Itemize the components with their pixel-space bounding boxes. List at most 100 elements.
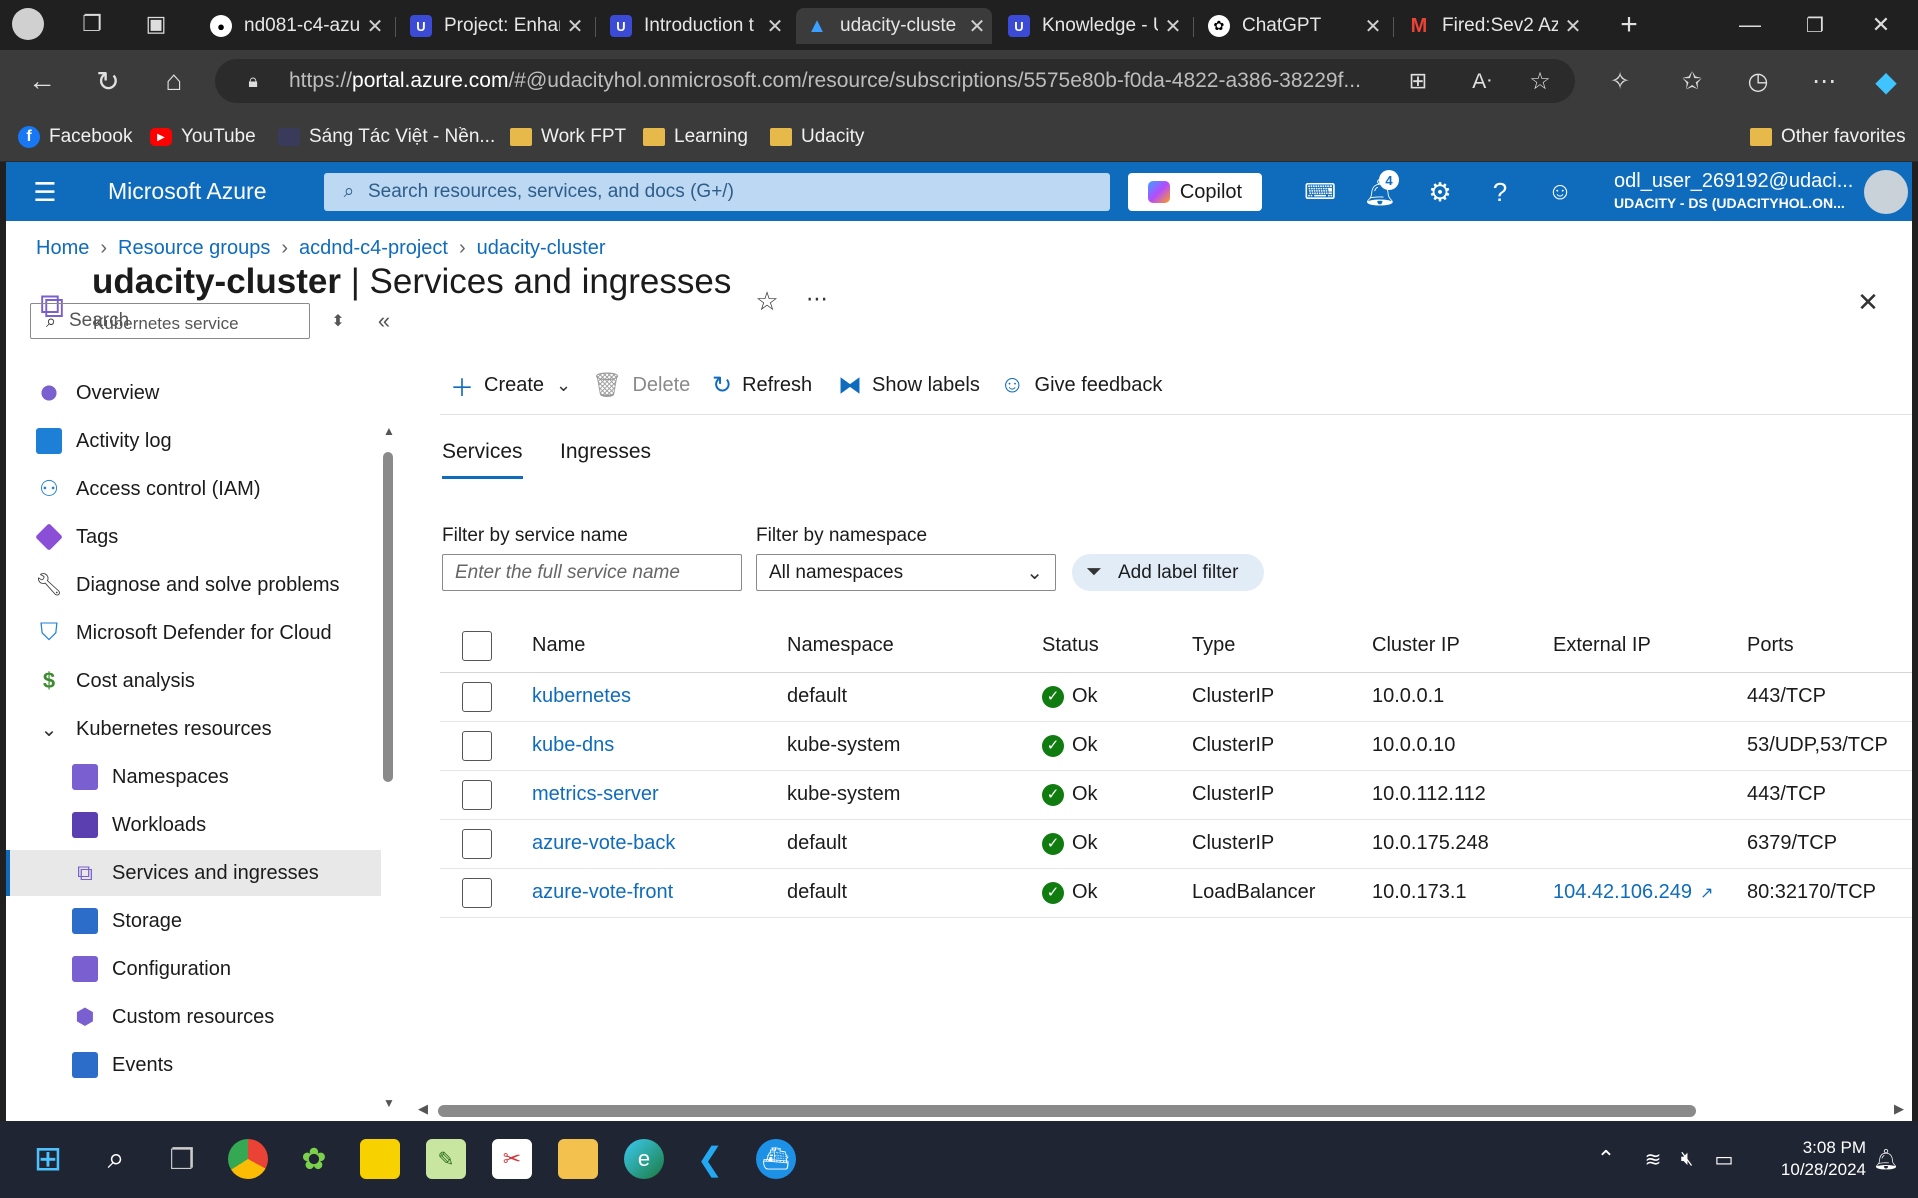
home-icon[interactable]: ⌂ xyxy=(154,62,194,100)
file-explorer-icon[interactable] xyxy=(558,1139,598,1179)
breadcrumb-resource-group[interactable]: acdnd-c4-project xyxy=(299,237,448,259)
snipping-tool-icon[interactable]: ✂ xyxy=(492,1139,532,1179)
image-editor-icon[interactable]: ✎ xyxy=(426,1139,466,1179)
service-name-link[interactable]: azure-vote-back xyxy=(532,832,675,854)
favorite-star-icon[interactable]: ☆ xyxy=(1520,62,1560,100)
row-checkbox[interactable] xyxy=(462,877,492,908)
close-tab-icon[interactable]: ✕ xyxy=(560,14,590,39)
browser-tab[interactable]: ● nd081-c4-azu ✕ xyxy=(200,8,390,44)
close-blade-icon[interactable]: ✕ xyxy=(1852,286,1884,318)
table-row[interactable]: kube-dns kube-system ✓ Ok ClusterIP 10.0.… xyxy=(440,721,1912,771)
address-bar[interactable]: 🔒︎ https://portal.azure.com/#@udacityhol… xyxy=(215,59,1575,103)
sidebar-item-diagnose[interactable]: 🔧︎ Diagnose and solve problems xyxy=(6,562,381,608)
add-label-filter-button[interactable]: ⏷ Add label filter xyxy=(1072,554,1264,591)
hamburger-menu-icon[interactable]: ☰ xyxy=(30,177,60,207)
close-window-icon[interactable]: ✕ xyxy=(1866,10,1896,40)
column-external-ip[interactable]: External IP xyxy=(1553,620,1747,673)
task-view-icon[interactable]: ❐ xyxy=(162,1139,202,1179)
table-row[interactable]: azure-vote-front default ✓ Ok LoadBalance… xyxy=(440,868,1912,918)
sidebar-item-workloads[interactable]: Workloads xyxy=(6,802,381,848)
start-windows-icon[interactable]: ⊞ xyxy=(28,1139,68,1179)
system-clock[interactable]: 3:08 PM 10/28/2024 xyxy=(1756,1137,1866,1181)
bookmark-folder-udacity[interactable]: Udacity xyxy=(770,122,864,152)
vscode-icon[interactable]: ❮ xyxy=(690,1139,730,1179)
bookmark-sang-tac-viet[interactable]: Sáng Tác Việt - Nền... xyxy=(278,122,495,152)
read-aloud-icon[interactable]: Aᐧ xyxy=(1462,62,1502,100)
collapse-sidebar-icon[interactable]: « xyxy=(370,307,398,335)
external-link-icon[interactable]: ↗ xyxy=(1700,885,1713,902)
close-tab-icon[interactable]: ✕ xyxy=(1358,14,1388,39)
portal-brand[interactable]: Microsoft Azure xyxy=(108,178,267,205)
column-name[interactable]: Name xyxy=(532,620,787,673)
column-namespace[interactable]: Namespace xyxy=(787,620,1042,673)
battery-icon[interactable]: ▭ xyxy=(1710,1147,1738,1171)
close-tab-icon[interactable]: ✕ xyxy=(760,14,790,39)
cloud-shell-icon[interactable]: ⌨ xyxy=(1302,176,1338,208)
sidebar-group-kubernetes-resources[interactable]: ⌄ Kubernetes resources xyxy=(6,706,381,752)
back-arrow-icon[interactable]: ← xyxy=(22,62,62,100)
row-checkbox[interactable] xyxy=(462,779,492,810)
scroll-up-icon[interactable]: ▲ xyxy=(382,424,396,438)
user-account[interactable]: odl_user_269192@udaci... UDACITY - DS (U… xyxy=(1614,170,1853,211)
sidebar-item-storage[interactable]: Storage xyxy=(6,898,381,944)
service-name-link[interactable]: azure-vote-front xyxy=(532,881,673,903)
reload-icon[interactable]: ↻ xyxy=(88,62,128,100)
sidebar-item-cost-analysis[interactable]: $ Cost analysis xyxy=(6,658,381,704)
table-row[interactable]: azure-vote-back default ✓ Ok ClusterIP 10… xyxy=(440,819,1912,869)
copilot-sidebar-icon[interactable]: ◆ xyxy=(1866,62,1906,100)
favorites-icon[interactable]: ✩ xyxy=(1672,62,1712,100)
show-labels-button[interactable]: ⧓ Show labels xyxy=(838,370,980,400)
namespace-dropdown[interactable]: All namespaces ⌄ xyxy=(756,554,1056,591)
history-icon[interactable]: ◷ xyxy=(1738,62,1778,100)
wifi-icon[interactable]: ≋ xyxy=(1640,1147,1666,1171)
delete-button[interactable]: 🗑︎ Delete xyxy=(592,370,690,400)
sidebar-item-access-control[interactable]: ⚇ Access control (IAM) xyxy=(6,466,381,512)
breadcrumb-home[interactable]: Home xyxy=(36,237,89,259)
notification-bell-icon[interactable]: 🔔︎ xyxy=(1873,1147,1898,1171)
sort-toggle-icon[interactable]: ⬍ xyxy=(326,307,350,335)
more-options-icon[interactable]: ⋯ xyxy=(802,284,832,314)
tab-ingresses[interactable]: Ingresses xyxy=(560,440,651,476)
column-cluster-ip[interactable]: Cluster IP xyxy=(1372,620,1553,673)
sidebar-item-services-and-ingresses[interactable]: ⧉ Services and ingresses xyxy=(6,850,381,896)
service-name-link[interactable]: kube-dns xyxy=(532,734,614,756)
service-name-link[interactable]: metrics-server xyxy=(532,783,659,805)
edge-icon[interactable]: e xyxy=(624,1139,664,1179)
tab-services[interactable]: Services xyxy=(442,440,523,479)
restore-icon[interactable]: ❐ xyxy=(1800,10,1830,40)
app-available-icon[interactable]: ⊞ xyxy=(1398,62,1438,100)
select-all-checkbox[interactable] xyxy=(462,630,492,661)
vertical-tabs-icon[interactable]: ▣ xyxy=(142,10,170,38)
global-search-input[interactable]: ⌕ Search resources, services, and docs (… xyxy=(324,173,1110,211)
browser-tab-active[interactable]: ▲ udacity-cluste ✕ xyxy=(796,8,992,44)
column-type[interactable]: Type xyxy=(1192,620,1372,673)
breadcrumb-resource-groups[interactable]: Resource groups xyxy=(118,237,270,259)
minimize-icon[interactable]: — xyxy=(1735,10,1765,40)
breadcrumb-cluster[interactable]: udacity-cluster xyxy=(477,237,606,259)
favorite-star-icon[interactable]: ☆ xyxy=(752,286,782,316)
browser-tab[interactable]: U Knowledge - U ✕ xyxy=(998,8,1188,44)
row-checkbox[interactable] xyxy=(462,828,492,859)
workspaces-icon[interactable]: ❐ xyxy=(78,10,106,38)
bookmark-folder-learning[interactable]: Learning xyxy=(643,122,748,152)
sidebar-item-configuration[interactable]: Configuration xyxy=(6,946,381,992)
table-row[interactable]: metrics-server kube-system ✓ Ok ClusterIP… xyxy=(440,770,1912,820)
scroll-down-icon[interactable]: ▼ xyxy=(382,1096,396,1110)
lock-icon[interactable]: 🔒︎ xyxy=(241,69,265,93)
docker-icon[interactable]: ⛴ xyxy=(756,1139,796,1179)
sidebar-item-defender[interactable]: ⛉ Microsoft Defender for Cloud xyxy=(6,610,381,656)
column-status[interactable]: Status xyxy=(1042,620,1192,673)
sidebar-item-namespaces[interactable]: Namespaces xyxy=(6,754,381,800)
settings-gear-icon[interactable]: ⚙ xyxy=(1422,176,1458,208)
profile-avatar-icon[interactable] xyxy=(12,8,44,40)
search-icon[interactable]: ⌕ xyxy=(96,1139,136,1179)
row-checkbox[interactable] xyxy=(462,681,492,712)
column-ports[interactable]: Ports xyxy=(1747,620,1912,673)
sidebar-item-events[interactable]: Events xyxy=(6,1042,381,1088)
external-ip-link[interactable]: 104.42.106.249 xyxy=(1553,881,1692,903)
extensions-icon[interactable]: ✧ xyxy=(1600,62,1640,100)
close-tab-icon[interactable]: ✕ xyxy=(360,14,390,39)
row-checkbox[interactable] xyxy=(462,730,492,761)
browser-tab[interactable]: U Project: Enhar ✕ xyxy=(400,8,590,44)
bookmark-folder-work-fpt[interactable]: Work FPT xyxy=(510,122,626,152)
